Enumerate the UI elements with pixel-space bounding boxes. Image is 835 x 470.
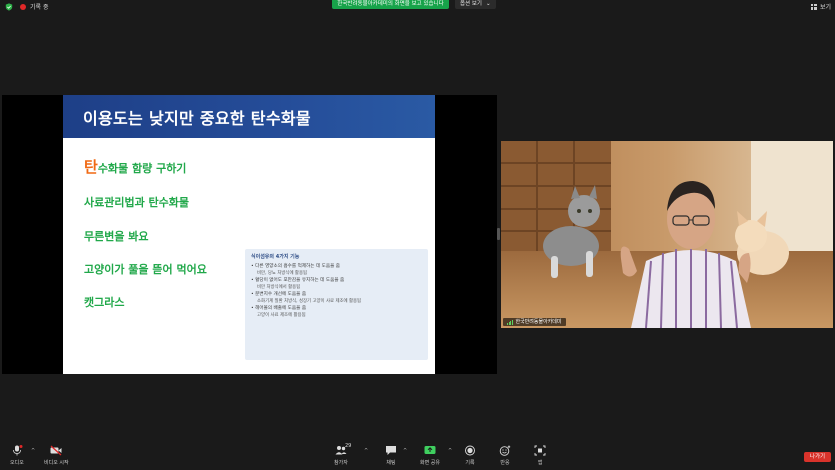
chat-label: 채팅	[386, 460, 396, 466]
leave-meeting-button[interactable]: 나가기	[804, 452, 831, 462]
chat-button[interactable]: 채팅	[385, 445, 397, 466]
info-row: • 다른 영양소의 흡수를 억제하는 데 도움을 줌	[251, 264, 341, 269]
video-camera-off-icon	[50, 445, 62, 456]
slide-item-feed-law: 사료관리법과 탄수화물	[84, 194, 189, 210]
share-screen-button[interactable]: 화면 공유	[420, 445, 440, 466]
panel-resize-handle[interactable]	[497, 228, 500, 240]
meeting-toolbar: 오디오 ^ 비디오 시작 29 참가자 ^ 채팅 ^ 화면 공유 ^ 기록 반응…	[0, 442, 835, 470]
slide-item-catgrass: 캣그라스	[84, 294, 124, 310]
start-video-label: 비디오 시작	[44, 460, 69, 466]
video-background-image	[501, 141, 833, 328]
smiley-plus-icon	[499, 445, 511, 456]
participants-options-caret-icon[interactable]: ^	[364, 448, 368, 454]
signal-strength-icon	[507, 319, 513, 325]
slide-item-text: 무른변을 봐요	[84, 230, 149, 243]
highlight-char: 탄	[84, 158, 98, 176]
view-button[interactable]: 보기	[810, 2, 831, 11]
slide-item-carb-content: 탄수화물 함량 구하기	[84, 156, 186, 177]
chevron-down-icon: ⌄	[486, 1, 491, 7]
record-label: 기록	[465, 460, 475, 466]
record-button[interactable]: 기록	[464, 445, 476, 466]
slide-item-cat-grass-eating: 고양이가 풀을 뜯어 먹어요	[84, 261, 207, 277]
slide-item-text: 고양이가 풀을 뜯어 먹어요	[84, 263, 207, 276]
view-options-button[interactable]: 옵션 보기 ⌄	[455, 0, 496, 9]
share-options-caret-icon[interactable]: ^	[448, 448, 452, 454]
info-sub: 비만, 당뇨 처방식에 활용됨	[257, 271, 308, 276]
presentation-slide: 이용도는 낮지만 중요한 탄수화물 탄수화물 함량 구하기 사료관리법과 탄수화…	[63, 95, 435, 374]
grid-view-icon	[810, 3, 817, 10]
start-video-button[interactable]: 비디오 시작	[44, 445, 69, 466]
participants-button[interactable]: 29 참가자	[334, 443, 352, 466]
info-row: • 헤어볼의 배출에 도움을 줌	[251, 306, 307, 311]
slide-item-text: 수화물 함량 구하기	[97, 162, 187, 175]
share-screen-icon	[424, 446, 436, 454]
info-box-title: 식이섬유의 4가지 기능	[251, 254, 300, 260]
audio-label: 오디오	[10, 460, 24, 466]
slide-item-text: 사료관리법과 탄수화물	[84, 196, 190, 209]
participant-video-tile[interactable]: 한국반려동물아카데미	[501, 141, 833, 328]
recording-indicator[interactable]: 기록 중	[20, 2, 48, 11]
participants-label: 참가자	[334, 460, 348, 466]
reactions-button[interactable]: 반응	[499, 445, 511, 466]
info-row: • 분변지수 개선에 도움을 줌	[251, 292, 307, 297]
slide-header: 이용도는 낮지만 중요한 탄수화물	[63, 95, 435, 138]
record-dot-icon	[20, 3, 26, 10]
fiber-functions-box: 식이섬유의 4가지 기능 • 다른 영양소의 흡수를 억제하는 데 도움을 줌 …	[245, 249, 428, 360]
apps-icon	[534, 445, 546, 456]
apps-label: 앱	[537, 460, 543, 466]
audio-options-caret-icon[interactable]: ^	[31, 448, 35, 454]
info-sub: 비만 처방식에서 활용됨	[257, 285, 301, 290]
reactions-label: 반응	[500, 460, 510, 466]
slide-title: 이용도는 낮지만 중요한 탄수화물	[83, 108, 311, 128]
view-button-label: 보기	[819, 4, 831, 11]
microphone-icon	[13, 445, 23, 456]
info-sub: 고양이 사료 제조에 활용됨	[257, 313, 306, 318]
chat-bubble-icon	[386, 446, 396, 455]
record-icon	[465, 445, 475, 456]
recording-label: 기록 중	[30, 4, 49, 11]
view-options-label: 옵션 보기	[460, 1, 482, 7]
info-sub: 소화기계 질환 처방식, 성장기 고양이 사료 제조에 활용됨	[257, 299, 362, 304]
slide-item-text: 캣그라스	[84, 296, 125, 309]
audio-button[interactable]: 오디오	[10, 445, 24, 466]
shield-icon[interactable]	[5, 3, 13, 11]
screen-share-banner: 한국반려동물아카데미의 화면을 보고 있습니다	[332, 0, 449, 9]
apps-button[interactable]: 앱	[534, 445, 546, 466]
participant-name-tag: 한국반려동물아카데미	[503, 318, 566, 326]
chat-options-caret-icon[interactable]: ^	[403, 448, 407, 454]
share-screen-label: 화면 공유	[420, 460, 440, 466]
slide-item-soft-stool: 무른변을 봐요	[84, 228, 149, 244]
info-row: • 혈당이 없어도 포만감을 유지하는 데 도움을 줌	[251, 278, 345, 283]
top-bar: 기록 중 한국반려동물아카데미의 화면을 보고 있습니다 옵션 보기 ⌄ 보기	[0, 0, 835, 14]
participant-name: 한국반려동물아카데미	[515, 319, 562, 325]
participants-count: 29	[345, 443, 352, 449]
